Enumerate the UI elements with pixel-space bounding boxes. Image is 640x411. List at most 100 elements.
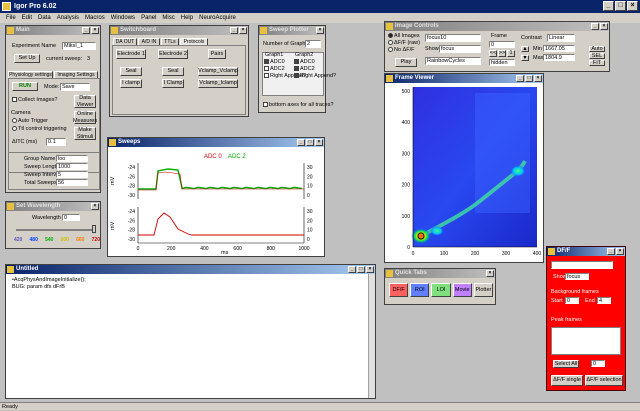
- graph2-adc0-checkbox[interactable]: [294, 59, 299, 65]
- run-button[interactable]: RUN: [12, 82, 38, 91]
- delta-itc-field[interactable]: 0.1: [46, 138, 66, 146]
- quick-tab-dff-button[interactable]: DF/F: [389, 283, 409, 297]
- iclamp1-button[interactable]: I clamp: [120, 79, 142, 88]
- tab-ttls[interactable]: TTLs: [161, 38, 179, 45]
- wavelength-field[interactable]: 0: [62, 214, 80, 221]
- close-icon[interactable]: ×: [315, 139, 323, 146]
- frame-step-button[interactable]: 1: [507, 50, 515, 57]
- frame-field[interactable]: 0: [489, 41, 515, 48]
- close-icon[interactable]: ×: [239, 27, 247, 34]
- all-images-radio[interactable]: [388, 33, 393, 39]
- dff-single-button[interactable]: ΔF/F single: [551, 375, 583, 386]
- close-icon[interactable]: ×: [366, 266, 374, 273]
- graph1-adc0-checkbox[interactable]: [264, 59, 269, 65]
- peak-frames-list[interactable]: [551, 327, 621, 355]
- minimize-icon[interactable]: _: [82, 27, 90, 34]
- play-button[interactable]: Play: [395, 58, 417, 67]
- make-stimuli-button[interactable]: Make Stimuli: [74, 127, 96, 140]
- start-field[interactable]: 0: [565, 297, 579, 304]
- fit-button[interactable]: FIT: [589, 60, 605, 66]
- contrast-select[interactable]: Linear: [547, 34, 575, 42]
- graph2-adc2-checkbox[interactable]: [294, 66, 299, 72]
- setup-button[interactable]: Set Up: [14, 54, 40, 63]
- maximize-button[interactable]: □: [615, 1, 626, 11]
- wave-select[interactable]: focus10: [425, 34, 481, 42]
- menu-item-macros[interactable]: Macros: [85, 15, 105, 21]
- wavelength-slider-thumb[interactable]: [92, 225, 96, 233]
- electrode2-button[interactable]: Electrode 2: [158, 49, 188, 59]
- prev-frame-button[interactable]: <<: [489, 50, 497, 57]
- quick-tab-loi-button[interactable]: LOI: [431, 283, 451, 297]
- maximize-icon[interactable]: □: [306, 139, 314, 146]
- no-dff-radio[interactable]: [388, 47, 393, 53]
- menu-item-panel[interactable]: Panel: [141, 15, 156, 21]
- dff-selection-button[interactable]: ΔF/F selection: [585, 375, 623, 386]
- online-measures-button[interactable]: Online Measures: [73, 111, 97, 124]
- electrode1-button[interactable]: Electrode 1: [116, 49, 146, 59]
- close-icon[interactable]: ×: [534, 75, 542, 82]
- dff-show-field[interactable]: focus: [565, 273, 589, 280]
- minimize-icon[interactable]: _: [607, 248, 615, 255]
- tab-ad-in[interactable]: A/D IN: [138, 38, 160, 45]
- minimize-icon[interactable]: _: [297, 139, 305, 146]
- vclamp-vclamp-button[interactable]: Vclamp_Vclamp: [198, 67, 238, 76]
- maximize-icon[interactable]: □: [525, 75, 533, 82]
- experiment-name-field[interactable]: MiksI_1: [62, 42, 96, 50]
- auto-button[interactable]: Auto: [589, 46, 605, 52]
- graph1-adc2-checkbox[interactable]: [264, 66, 269, 72]
- tab-protocols[interactable]: Protocols: [180, 38, 208, 45]
- sweeps-graph[interactable]: ADC 0 ADC 2 mV mV ms -24-26-28-303020100…: [108, 147, 324, 256]
- bottom-axes-checkbox[interactable]: [263, 102, 268, 108]
- minimize-icon[interactable]: _: [230, 27, 238, 34]
- ttl-control-radio[interactable]: [12, 126, 17, 132]
- menu-item-windows[interactable]: Windows: [111, 15, 135, 21]
- menu-item-misc[interactable]: Misc: [162, 15, 174, 21]
- sel-button[interactable]: SEL: [589, 53, 605, 59]
- close-icon[interactable]: ×: [600, 23, 608, 30]
- wavelength-slider-track[interactable]: [16, 229, 96, 231]
- minimize-icon[interactable]: _: [591, 23, 599, 30]
- next-frame-button[interactable]: >>: [498, 50, 506, 57]
- frame-image-plot[interactable]: 500 400 300 200 100 00 100 200 300 400: [385, 83, 543, 262]
- data-viewer-button[interactable]: Data Viewer: [74, 95, 96, 108]
- sweep-length-field[interactable]: 1000: [56, 163, 88, 170]
- minimize-button[interactable]: _: [603, 1, 614, 11]
- untitled-scrollbar[interactable]: [368, 274, 375, 398]
- menu-item-neuroacquire[interactable]: NeuroAcquire: [199, 15, 236, 21]
- min-up-button[interactable]: ▲: [521, 46, 529, 52]
- end-field[interactable]: 4: [597, 297, 611, 304]
- close-icon[interactable]: ×: [616, 248, 624, 255]
- max-down-button[interactable]: ▼: [521, 55, 529, 61]
- dff-count-field[interactable]: 0: [591, 360, 605, 367]
- sweep-interval-field[interactable]: 5: [56, 171, 88, 178]
- collect-images-checkbox[interactable]: [12, 97, 17, 103]
- minimize-icon[interactable]: _: [348, 266, 356, 273]
- dff-wave-select[interactable]: [551, 261, 613, 269]
- menu-item-edit[interactable]: Edit: [22, 15, 32, 21]
- close-icon[interactable]: ×: [91, 27, 99, 34]
- seal1-button[interactable]: Seal: [120, 67, 142, 76]
- quick-tab-roi-button[interactable]: ROI: [410, 283, 430, 297]
- pairs-button[interactable]: Pairs: [208, 49, 226, 59]
- menu-item-data[interactable]: Data: [38, 15, 51, 21]
- max-field[interactable]: 1804.9: [543, 54, 575, 61]
- min-field[interactable]: 1667.05: [543, 45, 575, 52]
- group-name-field[interactable]: loo: [56, 155, 88, 162]
- graph2-append-checkbox[interactable]: [294, 73, 299, 79]
- show-field[interactable]: focus: [439, 45, 481, 53]
- quick-tab-movie-button[interactable]: Movie: [452, 283, 472, 297]
- menu-item-file[interactable]: File: [6, 15, 16, 21]
- close-icon[interactable]: ×: [486, 270, 494, 277]
- close-icon[interactable]: ×: [316, 27, 324, 34]
- tab-da-out[interactable]: DA OUT: [113, 38, 137, 45]
- vclamp-iclamp-button[interactable]: Vclamp_Iclamp: [198, 79, 238, 88]
- total-sweeps-field[interactable]: 56: [56, 179, 88, 186]
- dff-raw-radio[interactable]: [388, 40, 393, 46]
- close-button[interactable]: ×: [627, 1, 638, 11]
- menu-item-help[interactable]: Help: [181, 15, 193, 21]
- colormap-select[interactable]: RainbowCycles: [425, 57, 481, 65]
- hidden-select[interactable]: hidden: [489, 59, 515, 66]
- num-graphs-select[interactable]: 2: [305, 40, 321, 48]
- mode-select[interactable]: Save: [60, 83, 90, 91]
- minimize-icon[interactable]: _: [516, 75, 524, 82]
